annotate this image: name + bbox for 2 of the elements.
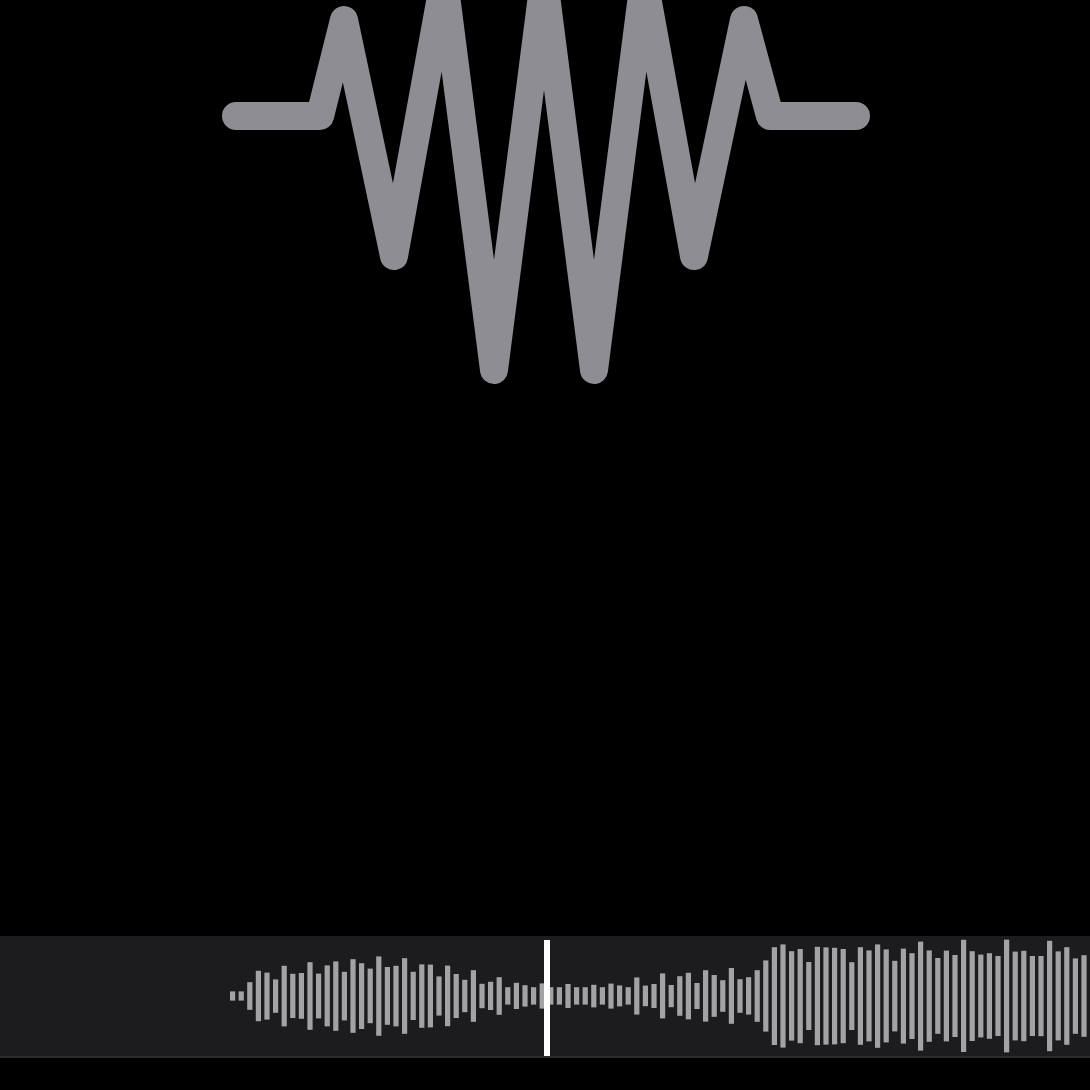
playhead[interactable] — [543, 940, 549, 1056]
waveform-icon — [219, 0, 871, 390]
